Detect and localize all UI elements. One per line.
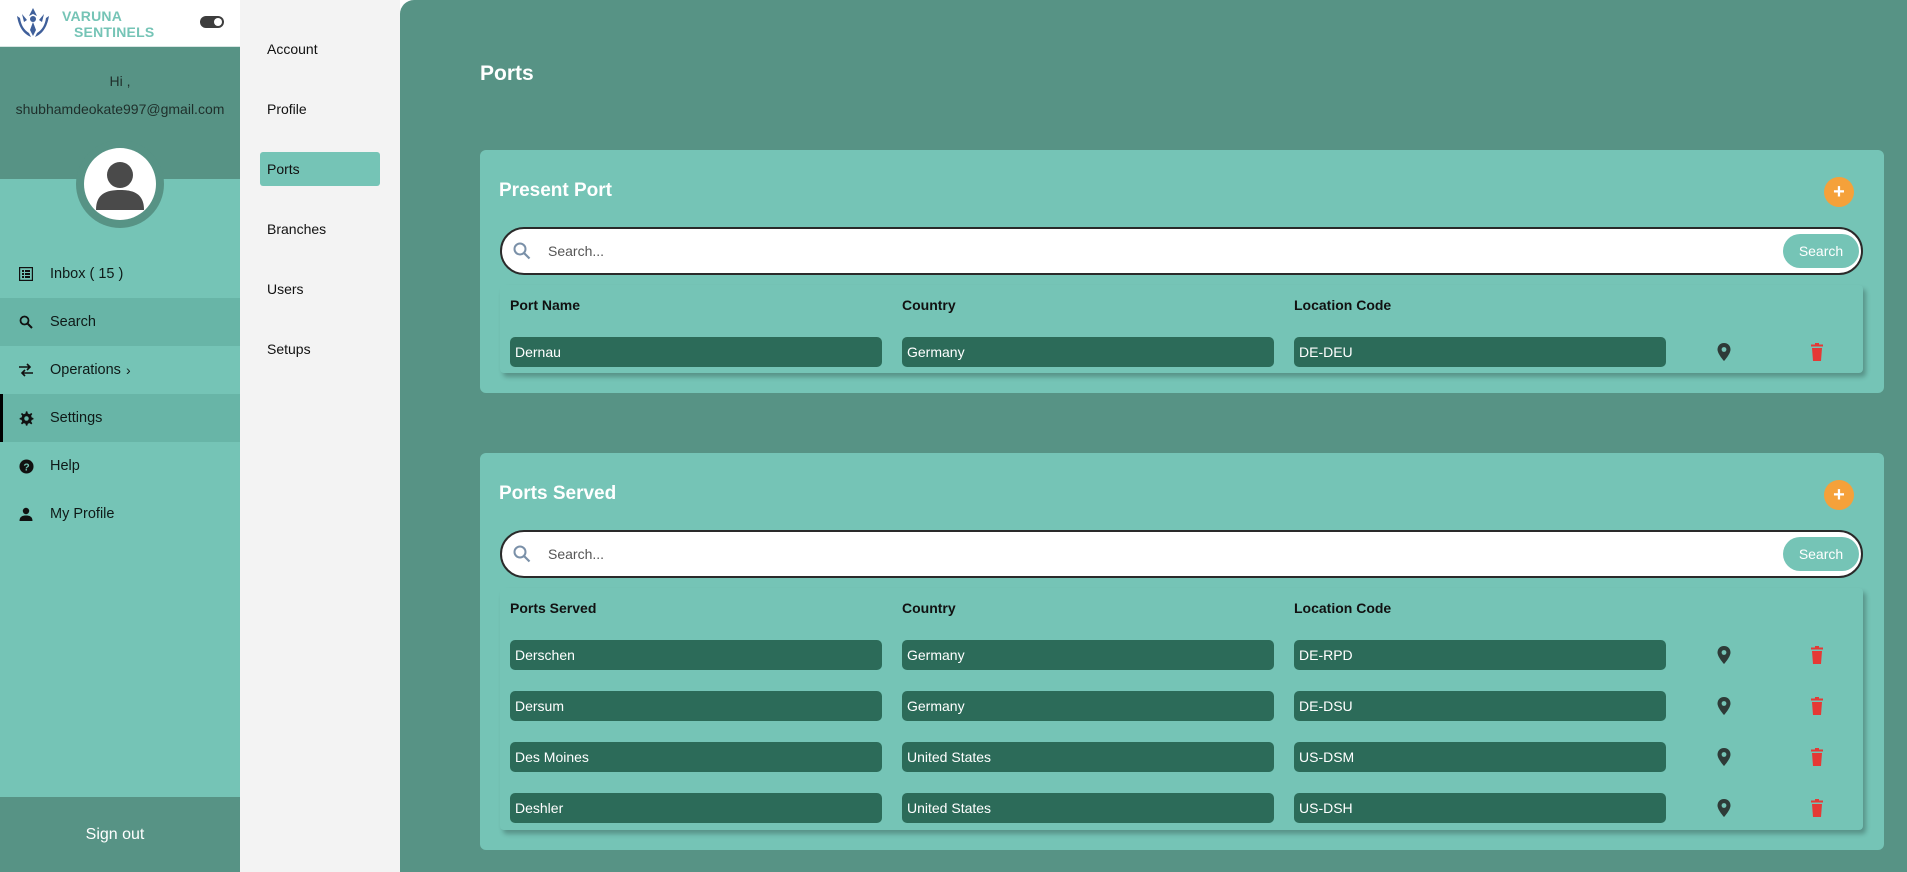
country-cell[interactable]: Germany: [902, 640, 1274, 670]
help-icon: ?: [18, 458, 34, 474]
nav-item-operations[interactable]: Operations ›: [0, 346, 240, 394]
brand-header: VARUNA SENTINELS: [0, 0, 240, 47]
location-pin-icon[interactable]: [1713, 746, 1735, 768]
avatar[interactable]: [76, 140, 164, 228]
user-greeting: Hi ,: [109, 73, 131, 89]
brand-name: VARUNA SENTINELS: [62, 8, 162, 40]
nav-label-operations: Operations: [50, 362, 121, 378]
port-name-cell[interactable]: Derschen: [510, 640, 882, 670]
location-pin-icon[interactable]: [1713, 341, 1735, 363]
subnav-item-profile[interactable]: Profile: [260, 92, 380, 126]
gear-icon: [18, 410, 34, 426]
port-name-cell[interactable]: Des Moines: [510, 742, 882, 772]
ports-served-card: Ports Served + Search Ports Served Count…: [480, 453, 1884, 850]
settings-subnav: Account Profile Ports Branches Users Set…: [240, 0, 400, 872]
person-icon: [18, 506, 34, 522]
location-code-cell[interactable]: US-DSM: [1294, 742, 1666, 772]
sidebar: VARUNA SENTINELS Hi , shubhamdeokate997@…: [0, 0, 240, 872]
subnav-item-ports[interactable]: Ports: [260, 152, 380, 186]
table-row: Dernau Germany DE-DEU: [500, 337, 1863, 367]
subnav-item-setups[interactable]: Setups: [260, 332, 380, 366]
delete-trash-icon[interactable]: [1806, 341, 1828, 363]
nav-label-my-profile: My Profile: [50, 506, 115, 522]
country-cell[interactable]: Germany: [902, 337, 1274, 367]
delete-trash-icon[interactable]: [1806, 695, 1828, 717]
table-row: Des Moines United States US-DSM: [500, 742, 1863, 772]
brand-line-2: SENTINELS: [74, 24, 155, 40]
location-code-cell[interactable]: DE-DEU: [1294, 337, 1666, 367]
search-icon: [18, 314, 34, 330]
ports-served-search-input[interactable]: [546, 540, 1746, 568]
page-title: Ports: [480, 62, 534, 85]
inbox-icon: [18, 266, 34, 282]
port-name-cell[interactable]: Deshler: [510, 793, 882, 823]
search-icon: [512, 241, 532, 261]
nav-item-help[interactable]: ? Help: [0, 442, 240, 490]
column-header-ports-served: Ports Served: [510, 600, 597, 616]
delete-trash-icon[interactable]: [1806, 644, 1828, 666]
location-pin-icon[interactable]: [1713, 797, 1735, 819]
country-cell[interactable]: United States: [902, 742, 1274, 772]
user-silhouette-icon: [96, 162, 144, 210]
sign-out-button[interactable]: Sign out: [0, 797, 240, 872]
user-email: shubhamdeokate997@gmail.com: [15, 101, 225, 117]
port-name-cell[interactable]: Dernau: [510, 337, 882, 367]
location-code-cell[interactable]: DE-DSU: [1294, 691, 1666, 721]
present-port-search-input[interactable]: [546, 237, 1746, 265]
country-cell[interactable]: United States: [902, 793, 1274, 823]
add-present-port-button[interactable]: +: [1824, 177, 1854, 207]
ports-served-search-bar: Search: [500, 530, 1863, 578]
search-icon: [512, 544, 532, 564]
brand-line-1: VARUNA: [62, 8, 123, 24]
avatar-image: [84, 148, 156, 220]
location-code-cell[interactable]: US-DSH: [1294, 793, 1666, 823]
main-content: Ports Present Port + Search Port Name Co…: [400, 0, 1907, 872]
main-nav: Inbox ( 15 ) Search Operations › Setting…: [0, 250, 240, 538]
table-row: Deshler United States US-DSH: [500, 793, 1863, 823]
nav-label-help: Help: [50, 458, 80, 474]
location-pin-icon[interactable]: [1713, 644, 1735, 666]
country-cell[interactable]: Germany: [902, 691, 1274, 721]
port-name-cell[interactable]: Dersum: [510, 691, 882, 721]
location-code-cell[interactable]: DE-RPD: [1294, 640, 1666, 670]
column-header-location-code: Location Code: [1294, 600, 1392, 616]
location-pin-icon[interactable]: [1713, 695, 1735, 717]
nav-item-search[interactable]: Search: [0, 298, 240, 346]
subnav-item-account[interactable]: Account: [260, 32, 380, 66]
subnav-item-branches[interactable]: Branches: [260, 212, 380, 246]
chevron-right-icon: ›: [125, 362, 131, 378]
delete-trash-icon[interactable]: [1806, 797, 1828, 819]
column-header-port-name: Port Name: [510, 297, 581, 313]
ports-served-search-button[interactable]: Search: [1783, 537, 1859, 571]
nav-item-my-profile[interactable]: My Profile: [0, 490, 240, 538]
add-ports-served-button[interactable]: +: [1824, 480, 1854, 510]
present-port-title: Present Port: [499, 180, 612, 201]
nav-label-settings: Settings: [50, 410, 103, 426]
ports-served-table: Ports Served Country Location Code Dersc…: [500, 588, 1863, 830]
nav-label-inbox: Inbox ( 15 ): [50, 266, 124, 282]
column-header-country: Country: [902, 297, 956, 313]
nav-item-settings[interactable]: Settings: [0, 394, 240, 442]
nav-label-search: Search: [50, 314, 96, 330]
column-header-location-code: Location Code: [1294, 297, 1392, 313]
present-port-card: Present Port + Search Port Name Country …: [480, 150, 1884, 393]
table-row: Derschen Germany DE-RPD: [500, 640, 1863, 670]
subnav-item-users[interactable]: Users: [260, 272, 380, 306]
present-port-search-bar: Search: [500, 227, 1863, 275]
table-row: Dersum Germany DE-DSU: [500, 691, 1863, 721]
column-header-country: Country: [902, 600, 956, 616]
theme-toggle[interactable]: [200, 16, 224, 28]
present-port-table: Port Name Country Location Code Dernau G…: [500, 285, 1863, 373]
swap-arrows-icon: [18, 362, 34, 378]
nav-item-inbox[interactable]: Inbox ( 15 ): [0, 250, 240, 298]
svg-text:?: ?: [23, 462, 29, 473]
present-port-search-button[interactable]: Search: [1783, 234, 1859, 268]
varuna-logo-icon[interactable]: [14, 6, 52, 40]
ports-served-title: Ports Served: [499, 483, 617, 504]
delete-trash-icon[interactable]: [1806, 746, 1828, 768]
